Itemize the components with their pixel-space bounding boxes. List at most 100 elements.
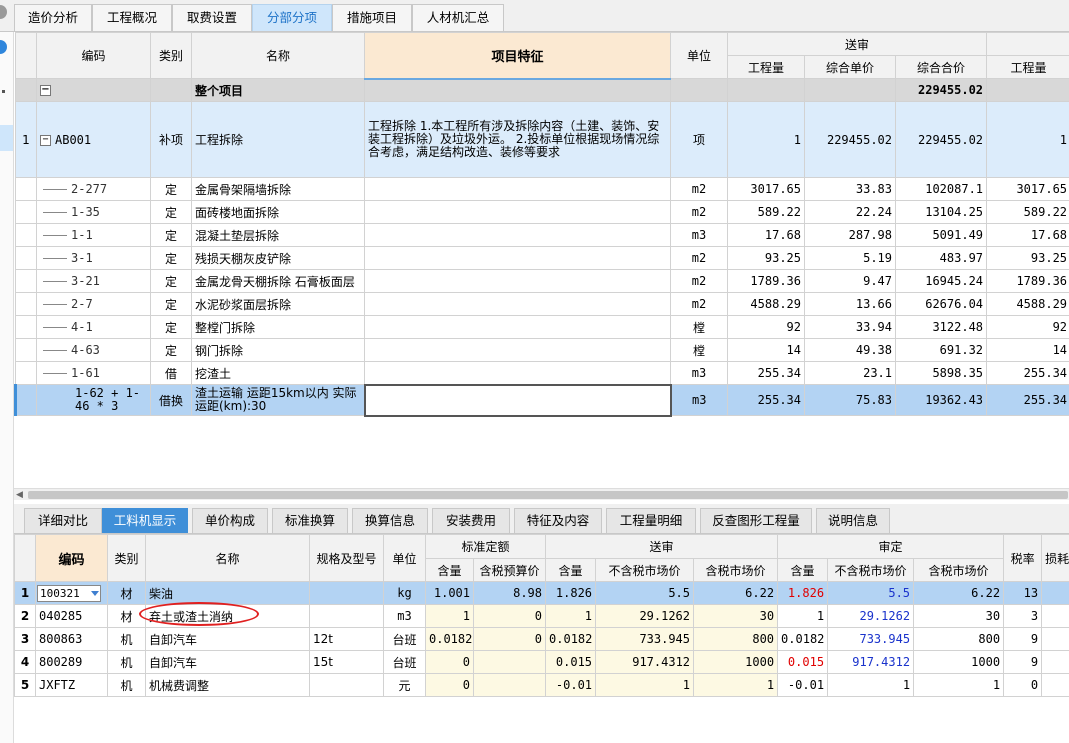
header-qty-review[interactable]: 工程量 <box>986 55 1069 79</box>
submit-tax-price[interactable]: 1000 <box>693 650 779 674</box>
sub-row-qty[interactable]: 3017.65 <box>727 177 805 201</box>
feature-edit-cell[interactable] <box>363 383 672 417</box>
tab-labor-material-display[interactable]: 工料机显示 <box>102 508 188 533</box>
review-notax-price[interactable]: 29.1262 <box>827 604 915 628</box>
submit-qty[interactable]: 1 <box>545 604 597 628</box>
resource-spec[interactable] <box>309 673 384 697</box>
scrollbar-thumb[interactable] <box>28 491 1068 499</box>
sub-row-feature[interactable] <box>364 246 671 270</box>
review-qty[interactable]: 1.826 <box>777 581 829 605</box>
sub-row-qty-review[interactable]: 589.22 <box>986 200 1069 224</box>
sub-row[interactable]: 1-35 定面砖楼地面拆除 m2 589.22 22.24 13104.25 589.22 <box>15 200 1069 224</box>
sub-row[interactable]: 3-1 定残损天棚灰皮铲除 m2 93.25 5.19 483.97 93.25 <box>15 246 1069 270</box>
resource-spec[interactable]: 12t <box>309 627 384 651</box>
submit-notax-price[interactable]: 733.945 <box>595 627 695 651</box>
tab-fee-settings[interactable]: 取费设置 <box>172 4 252 31</box>
sub-row-qty[interactable]: 4588.29 <box>727 292 805 316</box>
tab-quantity-detail[interactable]: 工程量明细 <box>606 508 696 533</box>
review-notax-price[interactable]: 917.4312 <box>827 650 915 674</box>
header-type[interactable]: 类别 <box>107 534 146 582</box>
sub-row-qty-review[interactable]: 93.25 <box>986 246 1069 270</box>
resource-row[interactable]: 1 100321 材柴油 kg 1.001 8.98 1.826 5.5 6.22 1.826 5.… <box>14 581 1069 605</box>
header-std-qty[interactable]: 含量 <box>425 558 474 582</box>
submit-qty[interactable]: 0.0182 <box>545 627 597 651</box>
review-tax-price[interactable]: 1000 <box>913 650 1005 674</box>
resource-name[interactable]: 自卸汽车 <box>145 650 310 674</box>
sub-row-qty-review[interactable]: 3017.65 <box>986 177 1069 201</box>
sub-row-qty[interactable]: 14 <box>727 338 805 362</box>
submit-qty[interactable]: 0.015 <box>545 650 597 674</box>
tab-description-info[interactable]: 说明信息 <box>816 508 890 533</box>
sub-row-qty-review[interactable]: 17.68 <box>986 223 1069 247</box>
tab-detail-compare[interactable]: 详细对比 <box>24 508 102 533</box>
sub-row[interactable]: 4-1 定整樘门拆除樘 92 33.94 3122.48 92 <box>15 315 1069 339</box>
resource-row[interactable]: 3 800863 机自卸汽车 12t 台班 0.0182 0 0.0182 733.945 800… <box>14 627 1069 651</box>
collapse-tree-icon[interactable]: − <box>40 134 51 146</box>
resource-code[interactable]: 800289 <box>35 650 108 674</box>
header-name[interactable]: 名称 <box>191 32 365 79</box>
expand-handle-icon[interactable] <box>0 40 7 54</box>
submit-qty[interactable]: -0.01 <box>545 673 597 697</box>
review-notax-price[interactable]: 733.945 <box>827 627 915 651</box>
code-input[interactable]: 100321 <box>37 584 101 602</box>
sub-row-qty[interactable]: 255.34 <box>727 384 805 416</box>
sub-row-feature[interactable] <box>364 315 671 339</box>
sub-row-feature[interactable] <box>364 292 671 316</box>
resource-code[interactable]: 100321 <box>35 581 108 605</box>
header-loss[interactable]: 损耗 <box>1041 534 1069 582</box>
review-qty[interactable]: 1 <box>777 604 829 628</box>
tab-cost-analysis[interactable]: 造价分析 <box>14 4 92 31</box>
tab-sub-items[interactable]: 分部分项 <box>252 4 332 31</box>
tab-labor-material-summary[interactable]: 人材机汇总 <box>412 4 504 31</box>
loss-rate[interactable] <box>1041 673 1069 697</box>
sub-row[interactable]: 4-63 定钢门拆除樘 14 49.38 691.32 14 <box>15 338 1069 362</box>
horizontal-scrollbar[interactable]: ◀ <box>14 488 1069 500</box>
tax-rate[interactable]: 9 <box>1003 627 1043 651</box>
review-qty[interactable]: 0.015 <box>777 650 829 674</box>
submit-qty[interactable]: 1.826 <box>545 581 597 605</box>
review-tax-price[interactable]: 1 <box>913 673 1005 697</box>
scroll-left-icon[interactable]: ◀ <box>16 490 23 500</box>
sub-row[interactable]: 1-1 定混凝土垫层拆除 m3 17.68 287.98 5091.49 17.68 <box>15 223 1069 247</box>
tab-reverse-graphic-quantity[interactable]: 反查图形工程量 <box>700 508 812 533</box>
sub-row[interactable]: 1-61 借挖渣土 m3 255.34 23.1 5898.35 255.34 <box>15 361 1069 385</box>
sub-row-feature[interactable] <box>364 200 671 224</box>
review-qty[interactable]: 0.0182 <box>777 627 829 651</box>
review-qty[interactable]: -0.01 <box>777 673 829 697</box>
header-unit[interactable]: 单位 <box>670 32 728 79</box>
tab-installation-fee[interactable]: 安装费用 <box>432 508 510 533</box>
header-spec[interactable]: 规格及型号 <box>309 534 384 582</box>
header-submit-qty[interactable]: 含量 <box>545 558 597 582</box>
header-review-notax-price[interactable]: 不含税市场价 <box>827 558 915 582</box>
review-notax-price[interactable]: 5.5 <box>827 581 915 605</box>
submit-tax-price[interactable]: 30 <box>693 604 779 628</box>
whole-project-row[interactable]: − 整个项目 229455.02 <box>15 78 1069 102</box>
sub-row-qty-review[interactable]: 255.34 <box>986 384 1069 416</box>
group-row[interactable]: 1 − AB001 补项 工程拆除 工程拆除 1.本工程所有涉及拆除内容（土建、装… <box>15 101 1069 178</box>
tab-project-overview[interactable]: 工程概况 <box>92 4 172 31</box>
review-tax-price[interactable]: 6.22 <box>913 581 1005 605</box>
sub-row-qty[interactable]: 589.22 <box>727 200 805 224</box>
sub-row-feature[interactable] <box>364 177 671 201</box>
sub-row-feature[interactable] <box>364 223 671 247</box>
resource-name[interactable]: 机械费调整 <box>145 673 310 697</box>
sub-row-qty[interactable]: 92 <box>727 315 805 339</box>
sub-row[interactable]: 3-21 定金属龙骨天棚拆除 石膏板面层 m2 1789.36 9.47 16945.24… <box>15 269 1069 293</box>
tax-rate[interactable]: 9 <box>1003 650 1043 674</box>
header-type[interactable]: 类别 <box>150 32 192 79</box>
review-tax-price[interactable]: 800 <box>913 627 1005 651</box>
review-tax-price[interactable]: 30 <box>913 604 1005 628</box>
loss-rate[interactable] <box>1041 604 1069 628</box>
resource-name[interactable]: 柴油 <box>145 581 310 605</box>
selected-sub-row[interactable]: 1-62 + 1-46 * 3 借换 渣土运输 运距15km以内 实际运距(km… <box>14 383 1069 417</box>
chevron-down-icon[interactable] <box>91 590 99 596</box>
resource-name[interactable]: 弃土或渣土消纳 <box>145 604 310 628</box>
sub-row-qty[interactable]: 93.25 <box>727 246 805 270</box>
header-feature[interactable]: 项目特征 <box>364 32 671 80</box>
submit-tax-price[interactable]: 800 <box>693 627 779 651</box>
submit-notax-price[interactable]: 29.1262 <box>595 604 695 628</box>
group-feature-desc[interactable]: 工程拆除 1.本工程所有涉及拆除内容（土建、装饰、安装工程拆除）及垃圾外运。 2… <box>364 101 671 178</box>
sub-row-feature[interactable] <box>364 338 671 362</box>
tax-rate[interactable]: 0 <box>1003 673 1043 697</box>
header-review-tax-price[interactable]: 含税市场价 <box>913 558 1005 582</box>
